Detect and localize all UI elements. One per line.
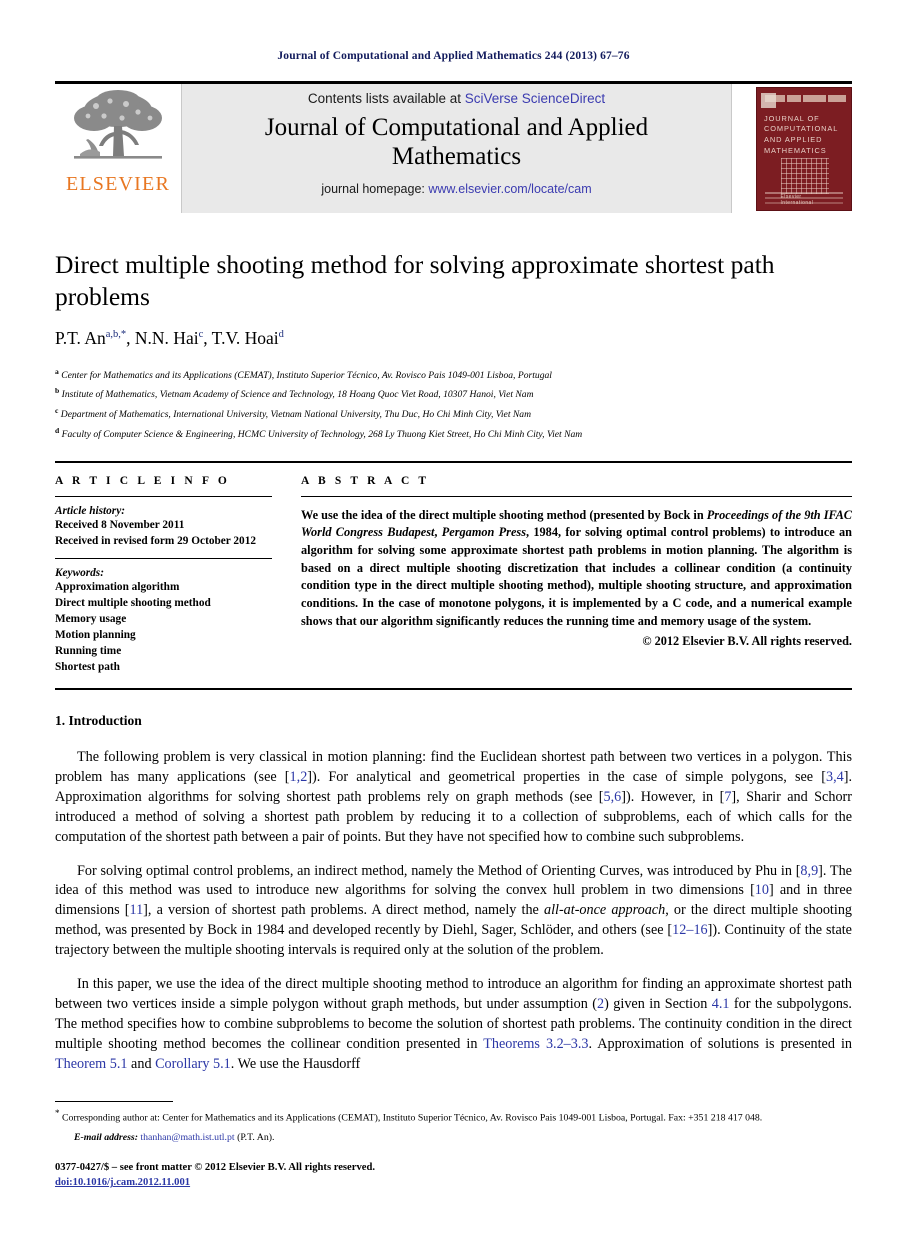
divider	[301, 495, 852, 497]
page-title: Direct multiple shooting method for solv…	[55, 250, 775, 312]
cover-title-text: JOURNAL OF COMPUTATIONAL AND APPLIED MAT…	[764, 113, 838, 155]
email-note: E-mail address: thanhan@math.ist.utl.pt …	[55, 1132, 852, 1143]
section-heading-introduction: 1. Introduction	[55, 712, 142, 728]
affiliation-text: Institute of Mathematics, Vietnam Academ…	[61, 389, 534, 401]
divider-above-article-info	[55, 460, 852, 463]
running-head: Journal of Computational and Applied Mat…	[277, 50, 630, 62]
keyword-item: Approximation algorithm	[55, 580, 180, 593]
elsevier-logo: ELSEVIER	[55, 84, 181, 213]
contents-available-line: Contents lists available at SciVerse Sci…	[192, 91, 721, 106]
abstract-text: We use the idea of the direct multiple s…	[301, 507, 853, 628]
citation-link: 12–16	[672, 922, 708, 939]
author-email-link[interactable]: thanhan@math.ist.utl.pt	[140, 1132, 234, 1143]
citation-link: 11	[129, 902, 144, 919]
theorem-link: Theorem 5.1	[55, 1056, 128, 1073]
doi-link[interactable]: doi:10.1016/j.cam.2012.11.001	[55, 1175, 852, 1190]
theorem-link: Theorems 3.2–3.3	[483, 1036, 589, 1053]
abstract-heading: A B S T R A C T	[301, 474, 430, 487]
affiliation-text: Faculty of Computer Science & Engineerin…	[61, 429, 583, 440]
citation-link: 8,9	[800, 862, 819, 879]
cover-publisher-logo: Elsevier International	[780, 193, 814, 206]
body-paragraph: In this paper, we use the idea of the di…	[55, 976, 852, 1073]
affiliation-item: c Department of Mathematics, Internation…	[55, 404, 852, 424]
cover-publisher-badge	[761, 92, 776, 108]
corollary-link: Corollary 5.1	[155, 1056, 231, 1073]
citation-link: 1,2	[289, 768, 308, 785]
article-history-label: Article history:	[55, 504, 125, 517]
email-label: E-mail address:	[74, 1132, 138, 1143]
issn-line: 0377-0427/$ – see front matter © 2012 El…	[55, 1162, 375, 1173]
journal-masthead: ELSEVIER Contents lists available at Sci…	[55, 81, 852, 213]
affiliation-item: a Center for Mathematics and its Applica…	[55, 365, 852, 385]
keywords-label: Keywords:	[55, 566, 104, 579]
citation-link: 3,4	[825, 768, 844, 785]
citation-link: 10	[754, 882, 769, 899]
abstract-copyright: © 2012 Elsevier B.V. All rights reserved…	[642, 634, 852, 649]
sciencedirect-link[interactable]: SciVerse ScienceDirect	[465, 91, 605, 106]
divider	[55, 495, 272, 497]
keyword-item: Running time	[55, 644, 122, 657]
citation-link: 5,6	[603, 788, 622, 805]
section-link: 4.1	[711, 996, 730, 1013]
keyword-item: Direct multiple shooting method	[55, 596, 211, 609]
citation-link: 7	[724, 788, 732, 805]
equation-link: 2	[597, 996, 605, 1013]
affiliation-marker: a	[55, 366, 59, 376]
elsevier-wordmark: ELSEVIER	[65, 173, 171, 195]
cover-topbar	[765, 94, 846, 102]
affiliation-item: b Institute of Mathematics, Vietnam Acad…	[55, 384, 852, 404]
abstract-column: A B S T R A C T We use the idea of the d…	[292, 475, 852, 675]
affiliation-item: d Faculty of Computer Science & Engineer…	[55, 424, 852, 444]
affiliation-marker: d	[55, 425, 60, 435]
body-paragraph: The following problem is very classical …	[55, 748, 852, 845]
affiliation-text: Department of Mathematics, International…	[60, 409, 532, 421]
author-list: P.T. Ana,b,*, N.N. Haic, T.V. Hoaid	[55, 327, 284, 348]
keyword-item: Shortest path	[55, 660, 120, 673]
affiliation-marker: c	[55, 406, 59, 416]
keywords-group: Keywords: Approximation algorithm Direct…	[55, 567, 272, 675]
affiliation-text: Center for Mathematics and its Applicati…	[61, 369, 552, 381]
history-received: Received 8 November 2011	[55, 518, 185, 531]
journal-homepage-line: journal homepage: www.elsevier.com/locat…	[192, 182, 721, 196]
affiliation-marker: b	[55, 386, 60, 396]
issn-copyright-block: 0377-0427/$ – see front matter © 2012 El…	[55, 1160, 852, 1191]
body-paragraph: For solving optimal control problems, an…	[55, 862, 853, 959]
journal-homepage-link[interactable]: www.elsevier.com/locate/cam	[428, 182, 591, 196]
divider-below-abstract	[55, 687, 852, 690]
title-block: Direct multiple shooting method for solv…	[55, 249, 852, 444]
masthead-center: Contents lists available at SciVerse Sci…	[181, 84, 732, 213]
cover-artwork	[781, 157, 829, 194]
homepage-prefix: journal homepage:	[321, 182, 429, 196]
keyword-item: Memory usage	[55, 612, 127, 625]
journal-title: Journal of Computational and Applied Mat…	[192, 114, 721, 171]
article-page: Journal of Computational and Applied Mat…	[0, 0, 907, 1238]
corresponding-author-note: * Corresponding author at: Center for Ma…	[55, 1108, 763, 1124]
elsevier-tree-icon	[74, 90, 162, 159]
email-owner: (P.T. An).	[237, 1132, 275, 1143]
article-info-abstract-row: A R T I C L E I N F O Article history: R…	[55, 475, 852, 675]
cover-image: JOURNAL OF COMPUTATIONAL AND APPLIED MAT…	[756, 86, 852, 211]
history-revised: Received in revised form 29 October 2012	[55, 534, 256, 547]
keyword-item: Motion planning	[55, 628, 136, 641]
affiliation-list: a Center for Mathematics and its Applica…	[55, 365, 852, 444]
divider	[55, 557, 272, 559]
article-info-heading: A R T I C L E I N F O	[55, 474, 230, 487]
journal-title-line-1: Journal of Computational and Applied	[264, 114, 649, 141]
journal-title-line-2: Mathematics	[391, 142, 522, 170]
footnote-rule	[55, 1101, 173, 1103]
journal-cover-thumbnail: JOURNAL OF COMPUTATIONAL AND APPLIED MAT…	[732, 84, 852, 213]
contents-prefix: Contents lists available at	[307, 91, 465, 106]
article-info-column: A R T I C L E I N F O Article history: R…	[55, 475, 292, 675]
